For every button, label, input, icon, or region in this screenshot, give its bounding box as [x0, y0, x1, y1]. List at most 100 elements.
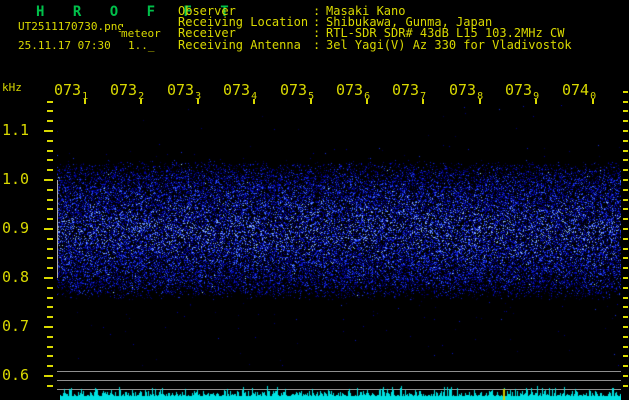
- level-reference-line: [57, 380, 621, 381]
- info-separator: :: [313, 38, 321, 52]
- time-label-minute-digit: 1: [82, 91, 89, 102]
- axis-tick: [47, 306, 53, 308]
- axis-tick: [623, 287, 628, 289]
- axis-tick: [623, 218, 628, 220]
- axis-tick: [44, 179, 53, 181]
- time-label-main: 073: [505, 81, 533, 99]
- time-label-main: 073: [54, 81, 82, 99]
- time-label-minute-digit: 0: [590, 91, 597, 102]
- axis-tick: [47, 365, 53, 367]
- count-label: 1.._: [128, 39, 155, 52]
- axis-tick: [47, 140, 53, 142]
- time-label-main: 073: [280, 81, 308, 99]
- axis-tick: [623, 238, 628, 240]
- axis-tick: [47, 101, 53, 103]
- axis-tick: [47, 257, 53, 259]
- axis-tick: [44, 326, 53, 328]
- time-label-main: 073: [110, 81, 138, 99]
- axis-tick: [623, 248, 628, 250]
- freq-label: 1.1: [2, 121, 30, 139]
- axis-tick: [623, 101, 628, 103]
- axis-tick: [47, 120, 53, 122]
- time-label: 0734: [223, 81, 258, 103]
- time-label-main: 073: [449, 81, 477, 99]
- file-label: UT2511170730.png: [18, 20, 124, 33]
- axis-tick: [47, 346, 53, 348]
- axis-tick: [623, 110, 628, 112]
- axis-tick: [44, 375, 53, 377]
- level-reference-line: [57, 371, 621, 372]
- axis-tick: [47, 385, 53, 387]
- time-label-main: 073: [336, 81, 364, 99]
- signal-level-strip-canvas: [60, 383, 621, 400]
- axis-tick: [44, 228, 53, 230]
- freq-label: 0.9: [2, 219, 30, 237]
- axis-tick: [623, 179, 628, 181]
- time-label-minute-digit: 2: [138, 91, 145, 102]
- axis-tick: [44, 277, 53, 279]
- time-label-main: 073: [167, 81, 195, 99]
- freq-label: 0.6: [2, 366, 30, 384]
- axis-tick: [623, 159, 628, 161]
- axis-tick: [623, 228, 628, 230]
- time-label: 0738: [449, 81, 484, 103]
- axis-tick: [623, 91, 628, 93]
- axis-tick: [623, 199, 628, 201]
- time-label: 0739: [505, 81, 539, 103]
- axis-tick: [623, 150, 628, 152]
- axis-tick: [623, 277, 628, 279]
- axis-tick: [623, 336, 628, 338]
- axis-tick: [47, 199, 53, 201]
- time-label: 0735: [280, 81, 315, 103]
- time-label: 0736: [336, 81, 371, 103]
- time-label-minute-digit: 5: [308, 91, 315, 102]
- freq-label: 0.8: [2, 268, 30, 286]
- time-label-minute-digit: 8: [477, 91, 484, 102]
- info-value: 3el Yagi(V) Az 330 for Vladivostok: [326, 38, 572, 52]
- axis-tick: [623, 208, 628, 210]
- axis-tick: [623, 169, 628, 171]
- axis-tick: [623, 385, 628, 387]
- time-label: 0737: [392, 81, 426, 103]
- axis-tick: [623, 189, 628, 191]
- axis-tick: [47, 110, 53, 112]
- axis-tick: [623, 257, 628, 259]
- time-label: 0733: [167, 81, 202, 103]
- axis-tick: [623, 355, 628, 357]
- freq-label: 1.0: [2, 170, 30, 188]
- axis-tick: [47, 355, 53, 357]
- axis-tick: [47, 159, 53, 161]
- axis-tick: [47, 150, 53, 152]
- spectrogram-noise-canvas: [57, 105, 621, 368]
- time-label-main: 073: [392, 81, 420, 99]
- axis-tick: [47, 267, 53, 269]
- axis-tick: [623, 346, 628, 348]
- axis-tick: [47, 316, 53, 318]
- time-label: 0732: [110, 81, 145, 103]
- noise-band-edge-line: [57, 180, 58, 278]
- axis-tick: [47, 336, 53, 338]
- axis-tick: [623, 375, 628, 377]
- axis-tick: [623, 297, 628, 299]
- time-label-main: 073: [223, 81, 251, 99]
- axis-tick: [623, 130, 628, 132]
- axis-tick: [47, 248, 53, 250]
- axis-tick: [623, 140, 628, 142]
- time-label-minute-digit: 3: [195, 91, 202, 102]
- time-label: 0731: [54, 81, 89, 103]
- hrofft-screen: { "header": { "app_title": "H R O F F T"…: [0, 0, 629, 400]
- info-label: Receiving Antenna: [178, 38, 301, 52]
- freq-axis-unit: kHz: [2, 81, 22, 94]
- axis-tick: [47, 287, 53, 289]
- time-label: 0740: [562, 83, 597, 103]
- time-label-minute-digit: 4: [251, 91, 258, 102]
- axis-tick: [47, 208, 53, 210]
- axis-tick: [44, 130, 53, 132]
- axis-tick: [47, 238, 53, 240]
- datetime-label: 25.11.17 07:30: [18, 39, 111, 52]
- axis-tick: [47, 297, 53, 299]
- time-label-minute-digit: 6: [364, 91, 371, 102]
- axis-tick: [623, 326, 628, 328]
- axis-tick: [623, 365, 628, 367]
- freq-label: 0.7: [2, 317, 30, 335]
